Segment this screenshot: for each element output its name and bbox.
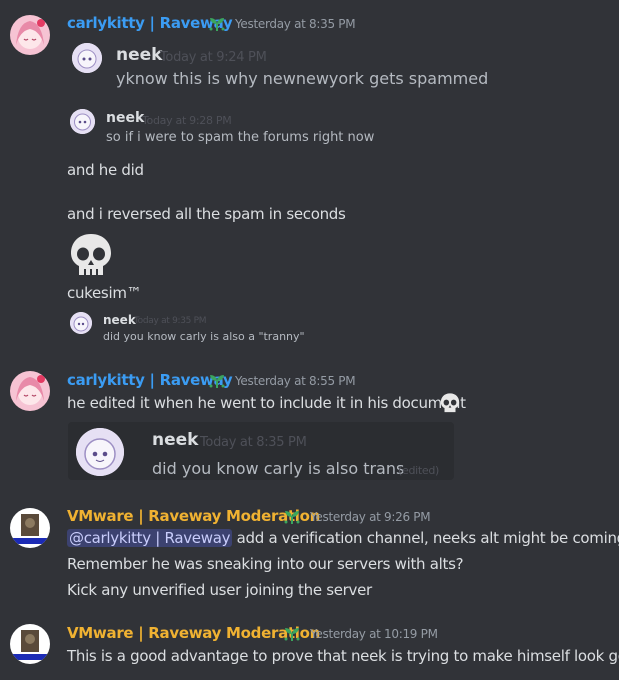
quoted-text: did you know carly is also a "tranny" xyxy=(103,330,305,343)
quoted-author: neek xyxy=(106,110,145,126)
quoted-text: so if i were to spam the forums right no… xyxy=(106,130,375,145)
quoted-timestamp: Today at 9:28 PM xyxy=(142,114,232,127)
message-text: and i reversed all the spam in seconds xyxy=(67,205,346,223)
quoted-avatar xyxy=(70,312,92,334)
sprout-icon xyxy=(282,624,302,642)
edited-label: (edited) xyxy=(398,464,440,477)
message-text: add a verification channel, neeks alt mi… xyxy=(236,529,619,547)
message-line: @carlykitty | Raveway add a verification… xyxy=(67,529,619,547)
avatar[interactable] xyxy=(10,624,50,664)
avatar[interactable] xyxy=(10,508,50,548)
sprout-icon xyxy=(207,14,227,32)
quoted-avatar xyxy=(70,109,95,134)
timestamp: Yesterday at 8:35 PM xyxy=(235,17,356,31)
quoted-text: yknow this is why newnewyork gets spamme… xyxy=(116,69,489,88)
quoted-author: neek xyxy=(116,45,163,65)
skull-icon xyxy=(439,392,461,414)
avatar[interactable] xyxy=(10,15,50,55)
skull-icon xyxy=(67,231,115,279)
quoted-author: neek xyxy=(152,430,199,450)
quoted-timestamp: Today at 9:24 PM xyxy=(160,50,267,65)
sprout-icon xyxy=(207,371,227,389)
embedded-screenshot[interactable]: neek Today at 8:35 PM did you know carly… xyxy=(68,422,454,480)
timestamp: Yesterday at 10:19 PM xyxy=(310,627,438,641)
quoted-timestamp: Today at 9:35 PM xyxy=(134,316,207,326)
avatar[interactable] xyxy=(10,371,50,411)
quoted-timestamp: Today at 8:35 PM xyxy=(200,435,307,450)
user-mention[interactable]: @carlykitty | Raveway xyxy=(67,529,233,547)
quoted-author: neek xyxy=(103,313,136,327)
message-text: This is a good advantage to prove that n… xyxy=(67,647,619,665)
quoted-avatar xyxy=(72,43,102,73)
message-text: cukesim™ xyxy=(67,284,142,302)
message-text: he edited it when he went to include it … xyxy=(67,394,466,412)
quoted-avatar xyxy=(76,428,124,476)
message-text: Kick any unverified user joining the ser… xyxy=(67,581,372,599)
message-text: Remember he was sneaking into our server… xyxy=(67,555,464,573)
timestamp: Yesterday at 9:26 PM xyxy=(310,510,431,524)
quoted-text: did you know carly is also trans xyxy=(152,459,405,478)
sprout-icon xyxy=(282,507,302,525)
timestamp: Yesterday at 8:55 PM xyxy=(235,374,356,388)
message-text: and he did xyxy=(67,161,144,179)
